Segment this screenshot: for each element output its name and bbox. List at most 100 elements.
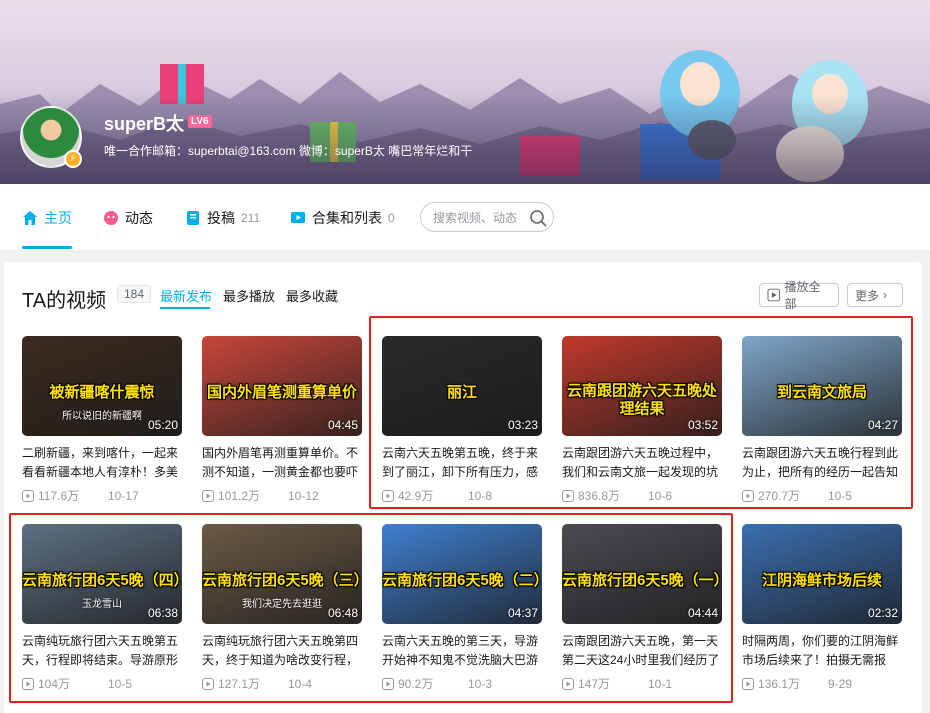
- view-count-icon: [742, 677, 754, 690]
- level-badge: LV6: [188, 115, 212, 128]
- video-duration: 02:32: [867, 606, 898, 620]
- play-all-label: 播放全部: [784, 280, 821, 311]
- nav-tab-count: 211: [241, 211, 261, 225]
- video-meta: 90.2万 10-3: [382, 675, 544, 692]
- view-count-icon: [562, 677, 574, 690]
- nav-tab-collections[interactable]: 合集和列表 0: [290, 208, 395, 228]
- video-card[interactable]: 国内外眉笔测重算单价 04:45 国内外眉笔再测重算单价。不测不知道，一测黄金都也要…: [202, 336, 364, 504]
- video-title[interactable]: 云南跟团游六天五晚过程中，我们和云南文旅一起发现的坑: [562, 444, 722, 482]
- video-thumbnail[interactable]: 云南旅行团6天5晚（一） 04:44: [562, 524, 722, 624]
- active-tab-indicator: [22, 246, 72, 249]
- nav-tab-dynamic[interactable]: 动态: [103, 208, 153, 228]
- video-card[interactable]: 云南旅行团6天5晚（一） 04:44 云南跟团游六天五晚，第一天第二天这24小时里我…: [562, 524, 724, 692]
- view-count: 117.6万: [38, 489, 80, 503]
- play-all-button[interactable]: 播放全部: [759, 280, 839, 311]
- section-title: TA的视频: [22, 290, 107, 312]
- tab-most-played[interactable]: 最多播放: [223, 286, 275, 305]
- view-count-icon: [382, 489, 394, 502]
- video-thumbnail[interactable]: 云南旅行团6天5晚（四） 玉龙雪山 06:38: [22, 524, 182, 624]
- video-title[interactable]: 云南跟团游六天五晚，第一天第二天这24小时里我们经历了: [562, 632, 722, 670]
- search-icon[interactable]: [529, 209, 547, 227]
- nav-tab-label: 合集和列表: [312, 210, 382, 226]
- home-icon: [23, 211, 37, 225]
- view-count: 42.9万: [398, 489, 434, 503]
- tab-most-favorited[interactable]: 最多收藏: [286, 286, 338, 305]
- section-count: 184: [117, 285, 152, 303]
- video-thumbnail[interactable]: 国内外眉笔测重算单价 04:45: [202, 336, 362, 436]
- profile-nav: 主页 动态 投稿 211 合集和列表 0: [0, 184, 930, 250]
- video-card[interactable]: 云南跟团游六天五晚处理结果 03:52 云南跟团游六天五晚过程中，我们和云南文旅一起…: [562, 336, 724, 504]
- video-card[interactable]: 云南旅行团6天5晚（四） 玉龙雪山 06:38 云南纯玩旅行团六天五晚第五天，行程即将…: [22, 524, 184, 692]
- collections-icon: [291, 212, 305, 223]
- nav-tab-uploads[interactable]: 投稿 211: [185, 208, 260, 228]
- video-meta: 127.1万 10-4: [202, 675, 364, 692]
- banner-shade: [0, 94, 930, 184]
- uploads-icon: [187, 211, 199, 225]
- video-card[interactable]: 到云南文旅局 04:27 云南跟团游六天五晚行程到此为止，把所有的经历一起告知 270…: [742, 336, 904, 504]
- video-card[interactable]: 江阴海鲜市场后续 02:32 时隔两周，你们要的江阴海鲜市场后续来了！拍摄无需报 13…: [742, 524, 904, 692]
- video-thumbnail[interactable]: 云南旅行团6天5晚（二） 04:37: [382, 524, 542, 624]
- thumbnail-overlay-text: 丽江: [446, 384, 477, 402]
- thumbnail-overlay-text: 云南旅行团6天5晚（一）: [562, 572, 722, 590]
- thumbnail-overlay-text: 国内外眉笔测重算单价: [206, 384, 357, 402]
- view-count-icon: [202, 489, 214, 502]
- publish-date: 10-12: [288, 488, 319, 503]
- video-title[interactable]: 云南跟团游六天五晚行程到此为止，把所有的经历一起告知: [742, 444, 902, 482]
- video-thumbnail[interactable]: 被新疆喀什震惊 所以说旧的新疆啊 05:20: [22, 336, 182, 436]
- thumbnail-overlay-text: 云南旅行团6天5晚（二）: [382, 572, 542, 590]
- video-meta: 101.2万 10-12: [202, 487, 364, 504]
- video-card[interactable]: 丽江 03:23 云南六天五晚第五晚，终于来到了丽江，卸下所有压力，感 42.9万 10…: [382, 336, 544, 504]
- video-title[interactable]: 二刷新疆，来到喀什，一起来看看新疆本地人有淳朴！多美: [22, 444, 182, 482]
- play-icon: [767, 288, 781, 302]
- video-title[interactable]: 时隔两周，你们要的江阴海鲜市场后续来了！拍摄无需报: [742, 632, 902, 670]
- video-meta: 836.8万 10-6: [562, 487, 724, 504]
- publish-date: 10-5: [108, 676, 133, 691]
- video-thumbnail[interactable]: 江阴海鲜市场后续 02:32: [742, 524, 902, 624]
- video-duration: 03:23: [507, 418, 538, 432]
- view-count: 136.1万: [758, 677, 801, 691]
- video-title[interactable]: 云南六天五晚第五晚，终于来到了丽江，卸下所有压力，感: [382, 444, 542, 482]
- verified-badge-icon: ⚡: [64, 150, 82, 168]
- publish-date: 10-17: [108, 488, 139, 503]
- video-title[interactable]: 云南纯玩旅行团六天五晚第四天，终于知道为啥改变行程，: [202, 632, 362, 670]
- video-title[interactable]: 云南纯玩旅行团六天五晚第五天，行程即将结束。导游原形: [22, 632, 182, 670]
- video-meta: 117.6万 10-17: [22, 487, 184, 504]
- video-duration: 04:37: [507, 606, 538, 620]
- view-count-icon: [22, 677, 34, 690]
- thumbnail-overlay-text: 云南旅行团6天5晚（四）: [22, 572, 182, 590]
- nav-tab-home[interactable]: 主页: [22, 208, 72, 228]
- user-name: superB太: [104, 114, 185, 134]
- video-duration: 04:27: [867, 418, 898, 432]
- chevron-right-icon: ›: [883, 288, 888, 302]
- video-title[interactable]: 国内外眉笔再测重算单价。不测不知道，一测黄金都也要吓: [202, 444, 362, 482]
- more-button[interactable]: 更多 ›: [847, 283, 903, 307]
- thumbnail-overlay-text: 云南旅行团6天5晚（三）: [202, 572, 362, 590]
- view-count: 101.2万: [218, 489, 261, 503]
- video-duration: 06:38: [147, 606, 178, 620]
- video-thumbnail[interactable]: 云南旅行团6天5晚（三） 我们决定先去逛逛 06:48: [202, 524, 362, 624]
- view-count: 270.7万: [758, 489, 801, 503]
- view-count-icon: [742, 489, 754, 502]
- video-duration: 05:20: [147, 418, 178, 432]
- video-thumbnail[interactable]: 云南跟团游六天五晚处理结果 03:52: [562, 336, 722, 436]
- video-title[interactable]: 云南六天五晚的第三天，导游开始神不知鬼不觉洗脑大巴游: [382, 632, 542, 670]
- video-duration: 04:45: [327, 418, 358, 432]
- nav-tab-count: 0: [388, 211, 395, 225]
- video-thumbnail[interactable]: 丽江 03:23: [382, 336, 542, 436]
- more-label: 更多: [855, 288, 880, 303]
- publish-date: 10-6: [648, 488, 673, 503]
- video-thumbnail[interactable]: 到云南文旅局 04:27: [742, 336, 902, 436]
- video-card[interactable]: 云南旅行团6天5晚（二） 04:37 云南六天五晚的第三天，导游开始神不知鬼不觉洗脑…: [382, 524, 544, 692]
- video-meta: 42.9万 10-8: [382, 487, 544, 504]
- view-count-icon: [562, 489, 574, 502]
- view-count: 127.1万: [218, 677, 261, 691]
- view-count-icon: [22, 489, 34, 502]
- video-card[interactable]: 被新疆喀什震惊 所以说旧的新疆啊 05:20 二刷新疆，来到喀什，一起来看看新疆本地人…: [22, 336, 184, 504]
- search-input[interactable]: [433, 209, 529, 227]
- publish-date: 9-29: [828, 676, 853, 691]
- tab-latest[interactable]: 最新发布: [160, 286, 212, 305]
- publish-date: 10-5: [828, 488, 853, 503]
- publish-date: 10-4: [288, 676, 313, 691]
- nav-tab-label: 主页: [44, 210, 72, 226]
- video-card[interactable]: 云南旅行团6天5晚（三） 我们决定先去逛逛 06:48 云南纯玩旅行团六天五晚第四天，…: [202, 524, 364, 692]
